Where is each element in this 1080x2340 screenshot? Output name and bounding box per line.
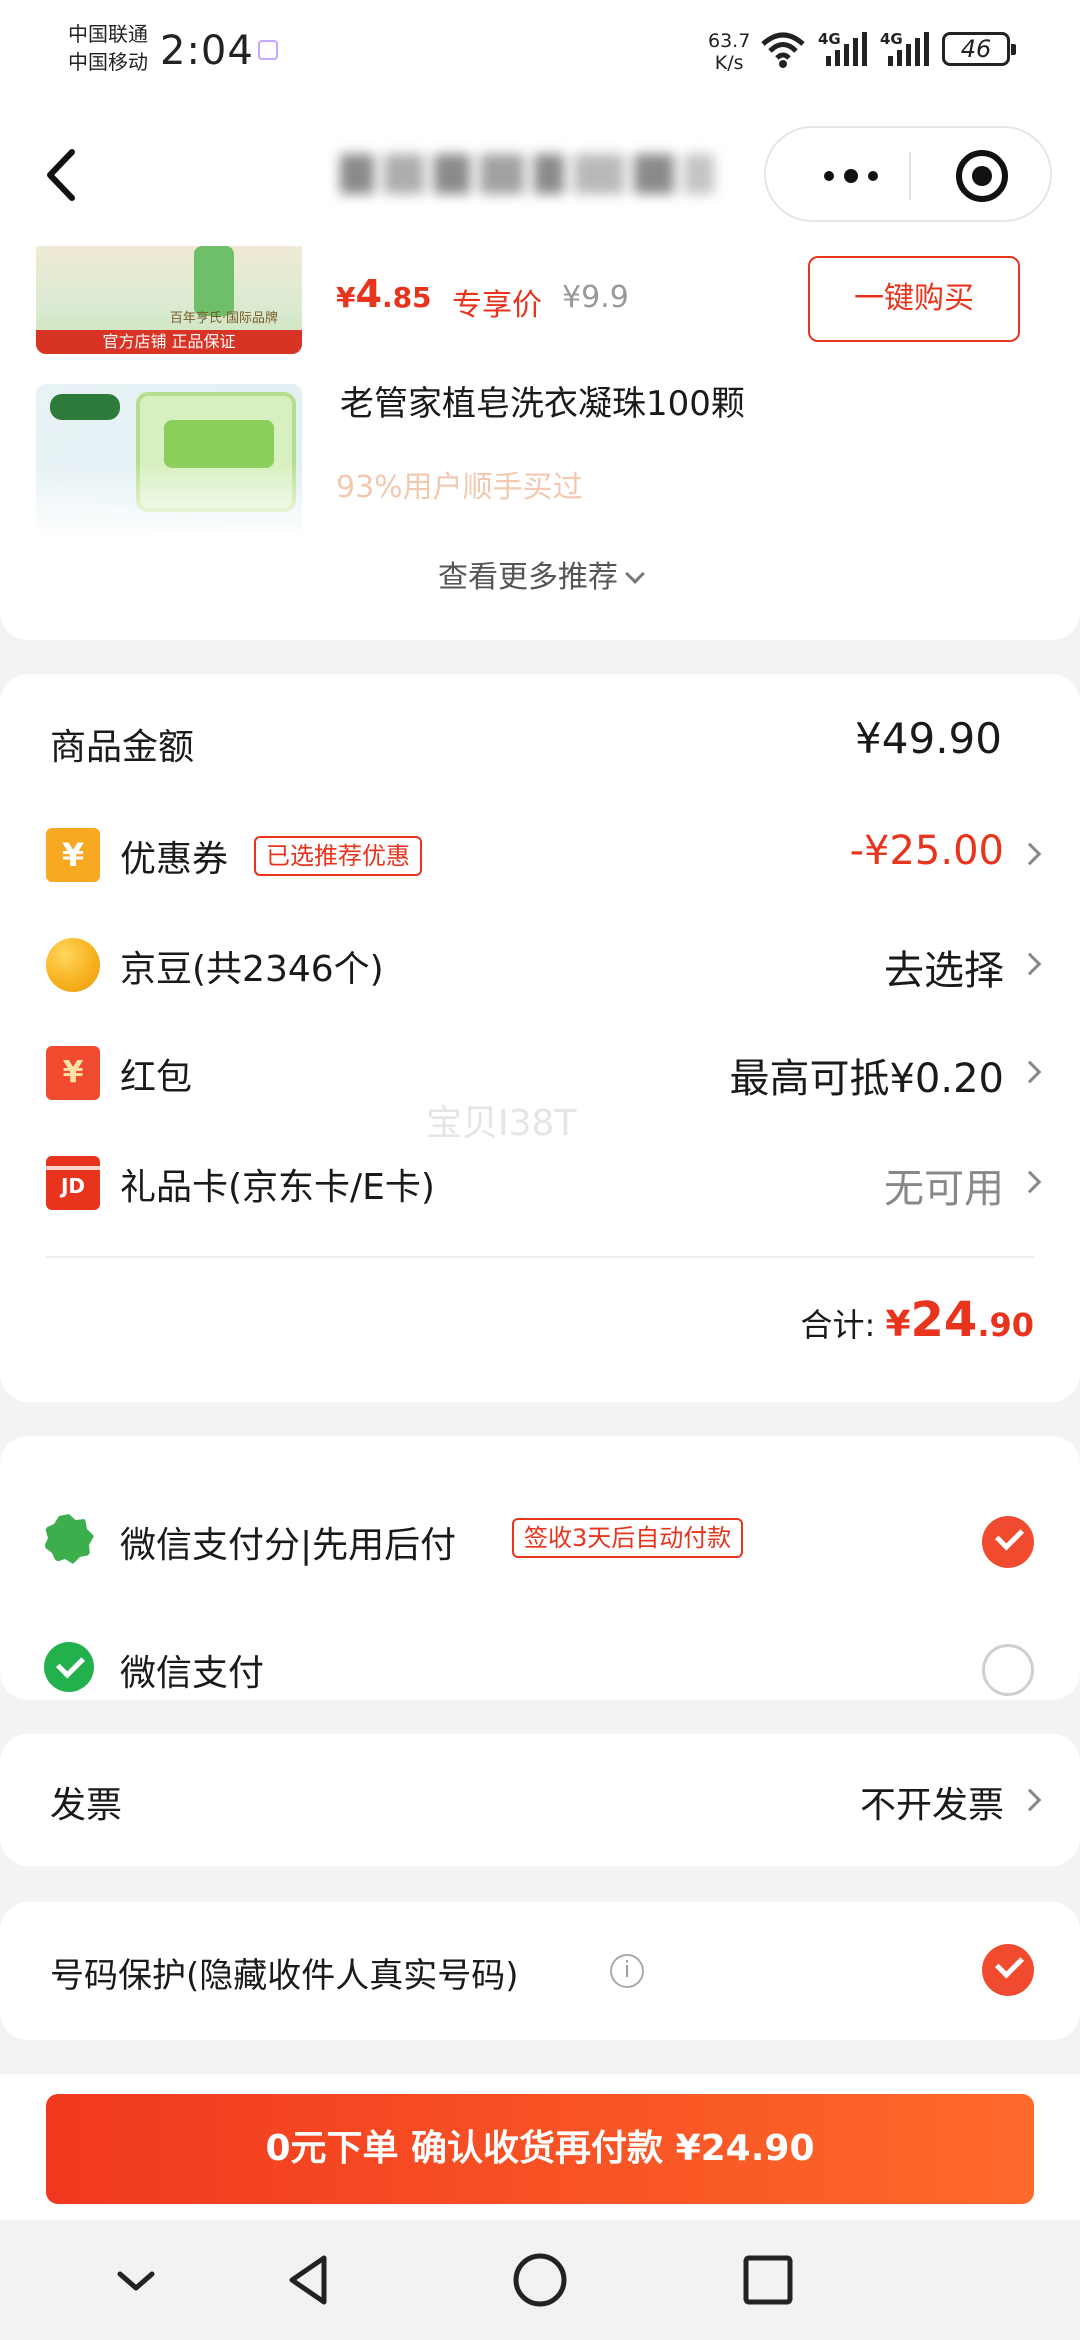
coupon-label: 优惠券: [120, 839, 229, 880]
payment-tag: 签收3天后自动付款: [512, 1518, 744, 1558]
red-packet-value: 最高可抵¥0.20: [729, 1056, 1004, 1102]
number-protection-label: 号码保护(隐藏收件人真实号码): [50, 1956, 519, 1996]
order-total: 合计: ¥24.90: [800, 1292, 1034, 1348]
speed-unit: K/s: [714, 52, 744, 74]
carrier-2: 中国移动: [68, 50, 148, 74]
rec-price: ¥4.85: [336, 272, 432, 316]
speed-value: 63.7: [708, 30, 751, 52]
radio-unchecked-icon[interactable]: [982, 1644, 1034, 1696]
coupon-tag: 已选推荐优惠: [254, 836, 422, 876]
wechat-pay-score-icon: [44, 1514, 94, 1564]
network-speed: 63.7 K/s: [708, 30, 750, 74]
payment-option-wechat-pay[interactable]: 微信支付: [0, 1630, 1080, 1710]
signal-icon-1: 4G: [818, 30, 870, 70]
wifi-icon: [761, 32, 805, 68]
carrier-1: 中国联通: [68, 22, 148, 46]
nav-bar: [0, 100, 1080, 246]
home-circle-icon[interactable]: [510, 2250, 570, 2310]
red-packet-label: 红包: [120, 1057, 193, 1098]
one-click-buy-button[interactable]: 一键购买: [808, 256, 1020, 342]
price-decimal: .85: [381, 281, 432, 314]
page-title-blurred: [340, 146, 720, 202]
recommendation-card: 百年亨氏·国际品牌 官方店铺 正品保证 ¥4.85 专享价 ¥9.9 一键购买 …: [0, 246, 1080, 640]
invoice-row[interactable]: 发票 不开发票: [0, 1734, 1080, 1866]
more-icon[interactable]: [806, 156, 896, 196]
price-symbol: ¥: [336, 281, 356, 314]
jd-bean-value: 去选择: [884, 948, 1004, 994]
mini-program-capsule: [764, 126, 1052, 222]
carrier-info: 中国联通 中国移动: [68, 20, 148, 76]
jd-bean-row[interactable]: 京豆(共2346个) 去选择: [0, 930, 1080, 1004]
chevron-right-icon: [1018, 1060, 1042, 1084]
number-protection-card: 号码保护(隐藏收件人真实号码) i: [0, 1902, 1080, 2040]
jd-bean-label: 京豆(共2346个): [120, 949, 384, 990]
price-main: 4: [355, 272, 382, 316]
image-strip-text: 官方店铺 正品保证: [36, 330, 302, 354]
capsule-divider: [909, 152, 911, 200]
back-icon[interactable]: [40, 148, 84, 202]
jd-bean-icon: [46, 938, 100, 992]
see-more-recommendations[interactable]: 查看更多推荐: [0, 552, 1080, 596]
info-icon[interactable]: i: [610, 1954, 644, 1988]
original-price: ¥9.9: [562, 280, 629, 315]
gift-card-row[interactable]: JD 礼品卡(京东卡/E卡) 无可用: [0, 1148, 1080, 1222]
coupon-value: -¥25.00: [849, 828, 1004, 874]
payment-label: 微信支付: [120, 1653, 265, 1694]
product-image-1[interactable]: 百年亨氏·国际品牌 官方店铺 正品保证: [36, 246, 302, 354]
gift-card-label: 礼品卡(京东卡/E卡): [120, 1167, 435, 1208]
goods-amount-label: 商品金额: [50, 727, 195, 768]
brand-logo: [50, 394, 120, 420]
image-sub-text: 百年亨氏·国际品牌: [169, 311, 279, 326]
divider: [46, 1256, 1034, 1258]
clock: 2:04: [160, 28, 254, 74]
coupon-row[interactable]: ¥ 优惠券 已选推荐优惠 -¥25.00: [0, 820, 1080, 894]
notification-icon: [258, 40, 278, 60]
close-target-icon[interactable]: [954, 148, 1010, 204]
gift-card-icon: JD: [46, 1156, 100, 1210]
status-bar: 中国联通 中国移动 2:04 63.7 K/s 4G 4G 46: [0, 0, 1080, 100]
checkbox-checked-icon[interactable]: [982, 1944, 1034, 1996]
recent-apps-square-icon[interactable]: [738, 2250, 798, 2310]
exclusive-label: 专享价: [452, 288, 542, 323]
coupon-icon: ¥: [46, 828, 100, 882]
rec-sales-text: 93%用户顺手买过: [336, 470, 583, 505]
payment-option-wechat-score[interactable]: 微信支付分|先用后付 签收3天后自动付款: [0, 1502, 1080, 1582]
red-packet-icon: ¥: [46, 1046, 100, 1100]
bottle-graphic: [194, 246, 234, 316]
battery-icon: 46: [942, 32, 1016, 66]
image-fade: [36, 464, 302, 534]
payment-card: 微信支付分|先用后付 签收3天后自动付款 微信支付: [0, 1436, 1080, 1700]
total-cents: .90: [977, 1306, 1034, 1344]
price-card: 商品金额 ¥49.90 ¥ 优惠券 已选推荐优惠 -¥25.00 京豆(共234…: [0, 674, 1080, 1402]
chevron-right-icon: [1018, 1170, 1042, 1194]
submit-order-button[interactable]: 0元下单 确认收货再付款 ¥24.90: [46, 2094, 1034, 2204]
signal-icon-2: 4G: [880, 30, 932, 70]
chevron-right-icon: [1018, 1788, 1042, 1812]
chevron-down-icon: [625, 564, 645, 584]
rec-product-name[interactable]: 老管家植皂洗衣凝珠100颗: [340, 376, 745, 425]
goods-amount-value: ¥49.90: [855, 714, 1002, 763]
see-more-label: 查看更多推荐: [438, 560, 618, 595]
total-symbol: ¥: [885, 1304, 911, 1345]
total-main: 24: [910, 1292, 978, 1348]
gift-card-value: 无可用: [884, 1166, 1004, 1212]
watermark: 宝贝I38T: [426, 1103, 577, 1144]
back-triangle-icon[interactable]: [280, 2250, 340, 2310]
payment-label: 微信支付分|先用后付: [120, 1525, 457, 1566]
chevron-down-icon[interactable]: [106, 2250, 166, 2310]
chevron-right-icon: [1018, 952, 1042, 976]
total-label: 合计:: [800, 1306, 876, 1344]
radio-checked-icon[interactable]: [982, 1516, 1034, 1568]
bottom-action-bar: 0元下单 确认收货再付款 ¥24.90: [0, 2074, 1080, 2220]
system-navigation-bar: [0, 2220, 1080, 2340]
chevron-right-icon: [1018, 842, 1042, 866]
wechat-pay-icon: [44, 1642, 94, 1692]
invoice-value: 不开发票: [859, 1785, 1004, 1826]
product-image-2[interactable]: [36, 384, 302, 534]
product-box-label: [164, 420, 274, 468]
invoice-label: 发票: [50, 1785, 123, 1826]
